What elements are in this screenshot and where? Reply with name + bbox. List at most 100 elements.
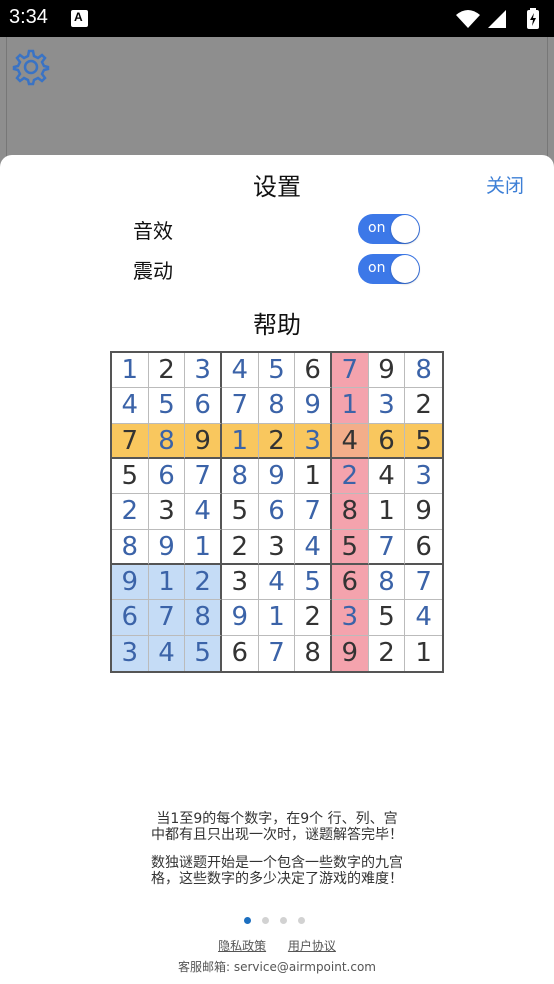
- sudoku-cell: 8: [368, 565, 406, 601]
- sudoku-cell: 8: [222, 459, 259, 495]
- sudoku-cell: 2: [112, 494, 149, 530]
- sudoku-cell: 9: [148, 529, 186, 565]
- sudoku-cell: 3: [222, 565, 259, 601]
- background-panel: [6, 37, 548, 157]
- privacy-policy-link[interactable]: 隐私政策: [218, 939, 266, 953]
- signal-icon: [488, 10, 506, 28]
- sudoku-cell: 6: [185, 388, 222, 424]
- settings-title: 设置: [253, 173, 301, 201]
- sound-toggle[interactable]: on: [358, 214, 420, 244]
- sudoku-cell: 5: [258, 353, 296, 389]
- status-bar: 3:34 A: [0, 0, 554, 37]
- sudoku-cell: 7: [148, 600, 186, 636]
- sudoku-cell: 3: [112, 635, 149, 671]
- page-dot[interactable]: [262, 917, 269, 924]
- page-indicator: [244, 909, 316, 928]
- sudoku-cell: 1: [405, 635, 442, 671]
- sudoku-cell: 8: [295, 635, 332, 671]
- sudoku-cell: 6: [222, 635, 259, 671]
- footer-links: 隐私政策 用户协议: [0, 937, 554, 954]
- gear-icon[interactable]: [12, 48, 50, 90]
- close-button[interactable]: 关闭: [486, 171, 524, 198]
- support-email: 客服邮箱: service@airmpoint.com: [178, 960, 376, 974]
- wifi-icon: [456, 10, 480, 28]
- sudoku-cell: 8: [405, 353, 442, 389]
- notification-icon: A: [71, 10, 88, 27]
- battery-icon: [527, 8, 539, 29]
- sudoku-cell: 2: [368, 635, 406, 671]
- vibration-label: 震动: [133, 259, 173, 283]
- sudoku-cell: 4: [295, 529, 332, 565]
- vibration-toggle[interactable]: on: [358, 254, 420, 284]
- sudoku-cell: 8: [112, 529, 149, 565]
- sudoku-cell: 6: [368, 423, 406, 459]
- sudoku-cell: 9: [405, 494, 442, 530]
- help-title: 帮助: [253, 311, 301, 339]
- sudoku-cell: 1: [148, 565, 186, 601]
- sudoku-cell: 4: [332, 423, 369, 459]
- sudoku-cell: 2: [332, 459, 369, 495]
- sudoku-cell: 1: [368, 494, 406, 530]
- sudoku-cell: 7: [112, 423, 149, 459]
- sudoku-cell: 5: [295, 565, 332, 601]
- sudoku-cell: 7: [405, 565, 442, 601]
- sudoku-cell: 1: [222, 423, 259, 459]
- sudoku-cell: 6: [258, 494, 296, 530]
- sudoku-grid: 1234567984567891327891234655678912432345…: [110, 351, 444, 673]
- description-line: 中都有且只出现一次时，谜题解答完毕！: [151, 827, 403, 843]
- sudoku-cell: 3: [295, 423, 332, 459]
- sudoku-cell: 5: [405, 423, 442, 459]
- user-agreement-link[interactable]: 用户协议: [288, 939, 336, 953]
- sudoku-cell: 7: [185, 459, 222, 495]
- sudoku-cell: 4: [112, 388, 149, 424]
- sudoku-cell: 7: [258, 635, 296, 671]
- sudoku-cell: 3: [332, 600, 369, 636]
- toggle-knob: [391, 215, 419, 243]
- sudoku-cell: 3: [405, 459, 442, 495]
- sudoku-cell: 5: [185, 635, 222, 671]
- sudoku-cell: 8: [258, 388, 296, 424]
- sudoku-cell: 6: [112, 600, 149, 636]
- sudoku-cell: 1: [112, 353, 149, 389]
- help-description-1: 当1至9的每个数字，在9个 行、列、宫 中都有且只出现一次时，谜题解答完毕！: [0, 811, 554, 843]
- sudoku-cell: 9: [332, 635, 369, 671]
- sudoku-cell: 9: [295, 388, 332, 424]
- sudoku-cell: 5: [148, 388, 186, 424]
- help-description-2: 数独谜题开始是一个包含一些数字的九宫 格，这些数字的多少决定了游戏的难度！: [0, 855, 554, 887]
- sudoku-cell: 7: [332, 353, 369, 389]
- vibration-toggle-text: on: [368, 260, 386, 276]
- sudoku-cell: 2: [148, 353, 186, 389]
- sudoku-cell: 9: [368, 353, 406, 389]
- sudoku-cell: 4: [148, 635, 186, 671]
- sudoku-cell: 9: [222, 600, 259, 636]
- sudoku-cell: 4: [258, 565, 296, 601]
- sudoku-cell: 2: [405, 388, 442, 424]
- page-dot[interactable]: [280, 917, 287, 924]
- sudoku-cell: 3: [148, 494, 186, 530]
- sudoku-cell: 4: [185, 494, 222, 530]
- sudoku-cell: 2: [295, 600, 332, 636]
- page-dot[interactable]: [244, 917, 251, 924]
- page-dot[interactable]: [298, 917, 305, 924]
- sudoku-cell: 2: [222, 529, 259, 565]
- sudoku-cell: 9: [258, 459, 296, 495]
- status-icons: [454, 8, 546, 34]
- sudoku-cell: 5: [332, 529, 369, 565]
- sudoku-cell: 1: [258, 600, 296, 636]
- sound-label: 音效: [133, 219, 173, 243]
- sound-toggle-text: on: [368, 220, 386, 236]
- sudoku-cell: 7: [368, 529, 406, 565]
- sudoku-cell: 3: [258, 529, 296, 565]
- status-time: 3:34: [9, 6, 48, 28]
- sudoku-cell: 2: [258, 423, 296, 459]
- sudoku-cell: 5: [222, 494, 259, 530]
- toggle-knob: [391, 255, 419, 283]
- sudoku-cell: 1: [332, 388, 369, 424]
- sudoku-cell: 3: [368, 388, 406, 424]
- sudoku-cell: 9: [185, 423, 222, 459]
- sudoku-cell: 8: [185, 600, 222, 636]
- sudoku-cell: 6: [405, 529, 442, 565]
- sudoku-cell: 7: [295, 494, 332, 530]
- sudoku-cell: 6: [295, 353, 332, 389]
- settings-sheet: 设置 关闭 音效 on 震动 on 帮助 1234567984567891327…: [0, 155, 554, 984]
